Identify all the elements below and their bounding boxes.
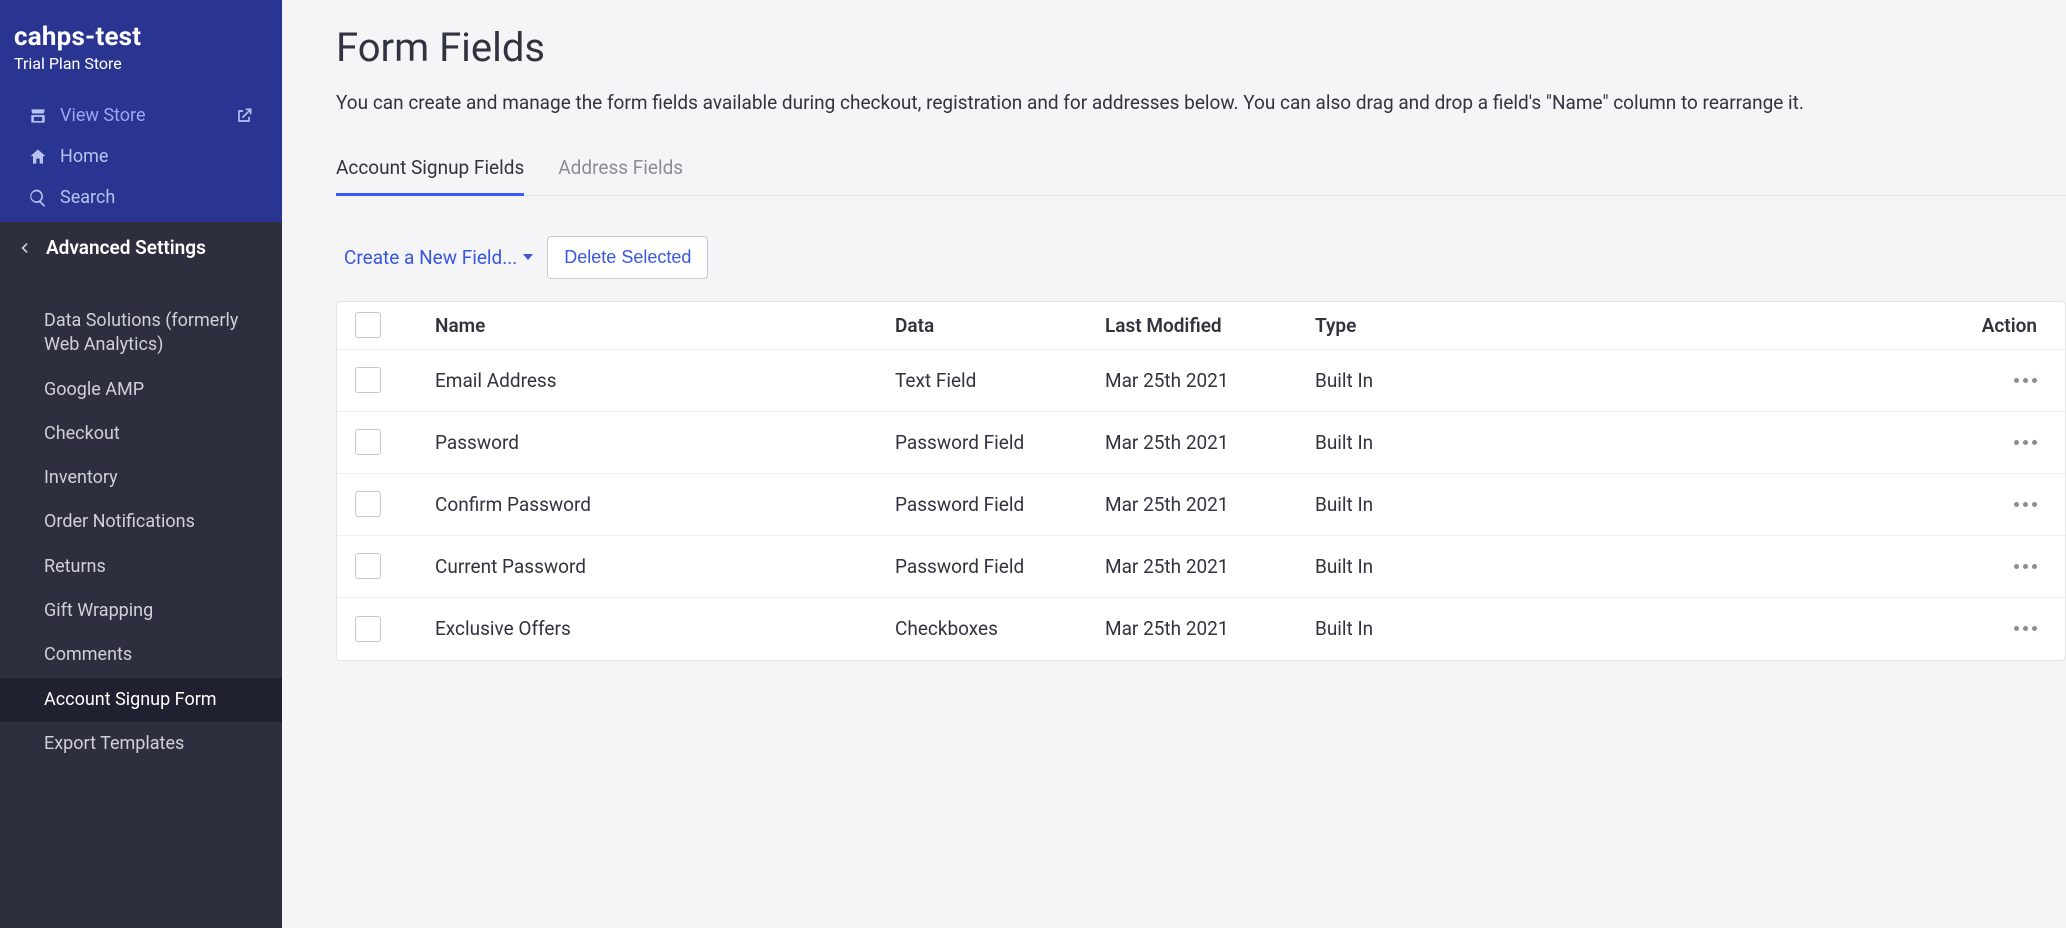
row-checkbox[interactable]	[355, 616, 381, 642]
table-row: Exclusive OffersCheckboxesMar 25th 2021B…	[337, 598, 2065, 660]
table-row: Confirm PasswordPassword FieldMar 25th 2…	[337, 474, 2065, 536]
cell-modified: Mar 25th 2021	[1105, 431, 1315, 454]
cell-modified: Mar 25th 2021	[1105, 369, 1315, 392]
sidebar-section-advanced-settings[interactable]: Advanced Settings	[0, 222, 282, 273]
row-actions-button[interactable]	[2014, 626, 2037, 631]
caret-down-icon	[523, 254, 533, 260]
tab[interactable]: Account Signup Fields	[336, 144, 524, 196]
tab[interactable]: Address Fields	[558, 144, 683, 196]
sidebar-item-label: Home	[60, 146, 108, 167]
row-actions-button[interactable]	[2014, 440, 2037, 445]
sidebar-subitem[interactable]: Google AMP	[0, 368, 282, 412]
sidebar-sublist: Data Solutions (formerly Web Analytics)G…	[0, 273, 282, 766]
sidebar-item-view-store[interactable]: View Store	[14, 95, 268, 136]
cell-name: Email Address	[435, 369, 895, 392]
sidebar-subitem[interactable]: Gift Wrapping	[0, 589, 282, 633]
table-row: PasswordPassword FieldMar 25th 2021Built…	[337, 412, 2065, 474]
toolbar: Create a New Field... Delete Selected	[336, 236, 2066, 279]
sidebar-header: cahps-test Trial Plan Store View Store H…	[0, 0, 282, 222]
sidebar-subitem[interactable]: Data Solutions (formerly Web Analytics)	[0, 299, 282, 368]
create-new-field-button[interactable]: Create a New Field...	[344, 246, 533, 269]
store-title: cahps-test	[14, 22, 268, 52]
tabs: Account Signup Fields Address Fields	[336, 144, 2066, 196]
sidebar: cahps-test Trial Plan Store View Store H…	[0, 0, 282, 928]
store-subtitle: Trial Plan Store	[14, 54, 268, 73]
cell-type: Built In	[1315, 555, 1525, 578]
page-description: You can create and manage the form field…	[336, 89, 2016, 118]
sidebar-subitem[interactable]: Checkout	[0, 412, 282, 456]
cell-name: Exclusive Offers	[435, 617, 895, 640]
sidebar-subitem[interactable]: Inventory	[0, 456, 282, 500]
column-type: Type	[1315, 314, 1525, 337]
form-fields-table: Name Data Last Modified Type Action Emai…	[336, 301, 2066, 661]
page-title: Form Fields	[336, 24, 2066, 71]
column-modified: Last Modified	[1105, 314, 1315, 337]
cell-modified: Mar 25th 2021	[1105, 617, 1315, 640]
external-link-icon	[234, 106, 254, 126]
row-checkbox[interactable]	[355, 367, 381, 393]
cell-modified: Mar 25th 2021	[1105, 493, 1315, 516]
create-new-field-label: Create a New Field...	[344, 246, 517, 269]
sidebar-section-label: Advanced Settings	[46, 236, 206, 259]
column-data: Data	[895, 314, 1105, 337]
cell-name: Password	[435, 431, 895, 454]
row-checkbox[interactable]	[355, 429, 381, 455]
main-content: Form Fields You can create and manage th…	[282, 0, 2066, 928]
home-icon	[28, 147, 48, 167]
column-name: Name	[435, 314, 895, 337]
sidebar-item-search[interactable]: Search	[14, 177, 268, 222]
table-row: Current PasswordPassword FieldMar 25th 2…	[337, 536, 2065, 598]
search-icon	[28, 188, 48, 208]
row-actions-button[interactable]	[2014, 502, 2037, 507]
sidebar-item-label: View Store	[60, 105, 146, 126]
cell-type: Built In	[1315, 493, 1525, 516]
select-all-checkbox[interactable]	[355, 312, 381, 338]
row-checkbox[interactable]	[355, 553, 381, 579]
cell-data: Password Field	[895, 431, 1105, 454]
sidebar-subitem[interactable]: Comments	[0, 633, 282, 677]
table-row: Email AddressText FieldMar 25th 2021Buil…	[337, 350, 2065, 412]
table-header-row: Name Data Last Modified Type Action	[337, 302, 2065, 350]
cell-modified: Mar 25th 2021	[1105, 555, 1315, 578]
sidebar-item-label: Search	[60, 187, 115, 208]
row-actions-button[interactable]	[2014, 378, 2037, 383]
storefront-icon	[28, 106, 48, 126]
cell-data: Text Field	[895, 369, 1105, 392]
sidebar-subitem[interactable]: Returns	[0, 545, 282, 589]
sidebar-subitem[interactable]: Order Notifications	[0, 500, 282, 544]
sidebar-item-home[interactable]: Home	[14, 136, 268, 177]
cell-name: Confirm Password	[435, 493, 895, 516]
row-actions-button[interactable]	[2014, 564, 2037, 569]
cell-data: Password Field	[895, 493, 1105, 516]
delete-selected-button[interactable]: Delete Selected	[547, 236, 708, 279]
cell-name: Current Password	[435, 555, 895, 578]
column-action: Action	[1525, 314, 2047, 337]
cell-type: Built In	[1315, 431, 1525, 454]
chevron-left-icon	[14, 238, 34, 258]
cell-data: Password Field	[895, 555, 1105, 578]
cell-type: Built In	[1315, 369, 1525, 392]
row-checkbox[interactable]	[355, 491, 381, 517]
sidebar-subitem[interactable]: Export Templates	[0, 722, 282, 766]
cell-data: Checkboxes	[895, 617, 1105, 640]
cell-type: Built In	[1315, 617, 1525, 640]
sidebar-subitem[interactable]: Account Signup Form	[0, 678, 282, 722]
